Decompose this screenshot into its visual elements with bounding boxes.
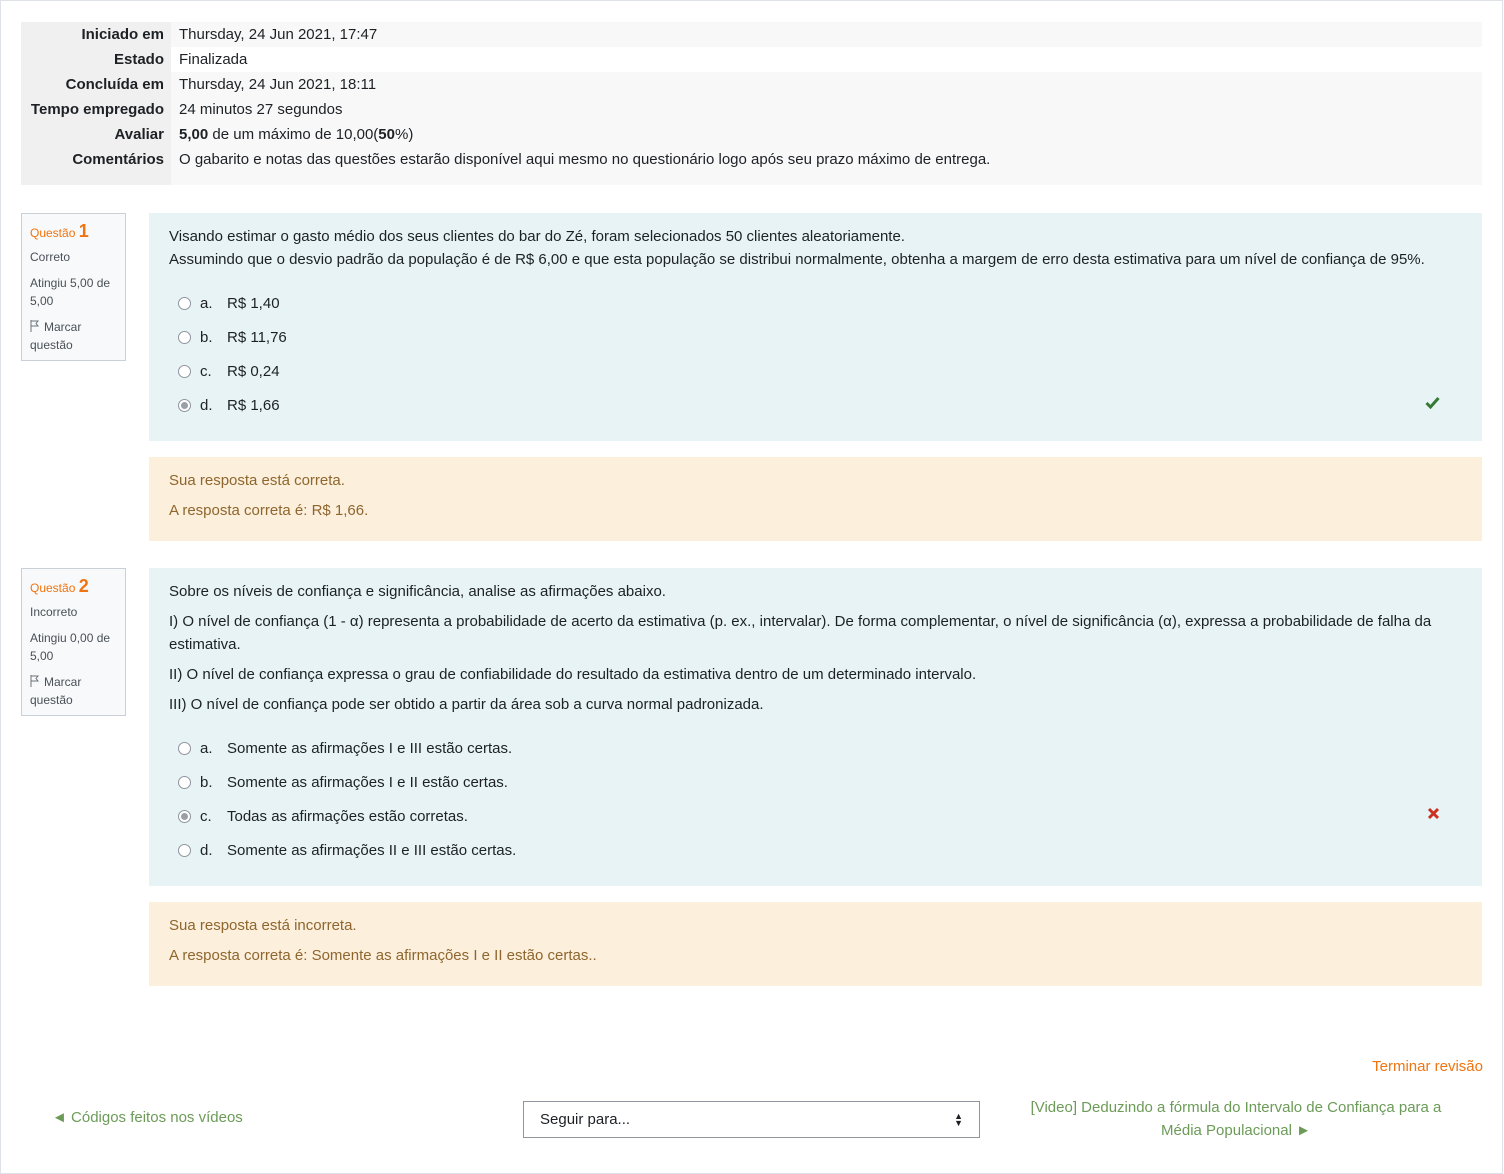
option-text: Somente as afirmações I e III estão cert…: [227, 740, 513, 757]
answer-option-a[interactable]: a. Somente as afirmações I e III estão ce…: [169, 737, 1462, 771]
summary-value: 5,00 de um máximo de 10,00(50%): [171, 122, 1482, 147]
flag-question-link[interactable]: Marcar questão: [30, 318, 117, 354]
question-text: Visando estimar o gasto médio dos seus c…: [169, 228, 905, 245]
radio-button-selected[interactable]: [178, 810, 191, 823]
feedback-result: Sua resposta está incorreta.: [169, 917, 357, 934]
jump-to-select[interactable]: Seguir para... ▲ ▼: [523, 1101, 980, 1138]
jump-to-selected-value: Seguir para...: [540, 1111, 631, 1128]
question-2-feedback: Sua resposta está incorreta. A resposta …: [149, 902, 1482, 986]
answer-option-a[interactable]: a. R$ 1,40: [169, 292, 1462, 326]
question-state: Correto: [30, 250, 71, 264]
answer-option-d[interactable]: d. R$ 1,66: [169, 394, 1462, 428]
feedback-result: Sua resposta está correta.: [169, 472, 345, 489]
summary-row-comments: Comentários O gabarito e notas das quest…: [21, 147, 1482, 185]
flag-icon: [30, 320, 40, 332]
option-text: Todas as afirmações estão corretas.: [227, 808, 468, 825]
grade-text: de um máximo de 10,00(: [208, 126, 379, 143]
option-text: R$ 0,24: [227, 363, 280, 380]
check-icon: [1425, 397, 1440, 409]
question-1-info: Questão 1 Correto Atingiu 5,00 de 5,00 M…: [21, 213, 126, 361]
answer-option-b[interactable]: b. Somente as afirmações I e II estão cer…: [169, 771, 1462, 805]
summary-label: Iniciado em: [21, 22, 171, 47]
summary-row-grade: Avaliar 5,00 de um máximo de 10,00(50%): [21, 122, 1482, 147]
grade-text-end: %): [394, 126, 414, 143]
option-text: Somente as afirmações I e II estão certa…: [227, 774, 508, 791]
question-grade: Atingiu 0,00 de 5,00: [30, 631, 111, 663]
flag-icon: [30, 675, 40, 687]
option-text: R$ 1,40: [227, 295, 280, 312]
summary-value: Finalizada: [171, 47, 1482, 72]
question-text: Sobre os níveis de confiança e significâ…: [169, 583, 666, 600]
option-letter: b.: [200, 774, 213, 791]
radio-button[interactable]: [178, 742, 191, 755]
cross-icon: [1427, 807, 1440, 820]
radio-button[interactable]: [178, 297, 191, 310]
option-text: Somente as afirmações II e III estão cer…: [227, 842, 517, 859]
select-arrows-icon: ▲ ▼: [954, 1110, 963, 1128]
attempt-summary-table: Iniciado em Thursday, 24 Jun 2021, 17:47…: [21, 22, 1482, 185]
question-text: I) O nível de confiança (1 - α) represen…: [169, 613, 1432, 653]
summary-value: Thursday, 24 Jun 2021, 17:47: [171, 22, 1482, 47]
option-letter: c.: [200, 363, 212, 380]
question-prefix: Questão: [30, 581, 76, 595]
option-letter: b.: [200, 329, 213, 346]
question-number: Questão 2: [30, 577, 117, 597]
previous-activity-link[interactable]: ◄ Códigos feitos nos vídeos: [52, 1109, 243, 1126]
summary-value: 24 minutos 27 segundos: [171, 97, 1482, 122]
question-2-info: Questão 2 Incorreto Atingiu 0,00 de 5,00…: [21, 568, 126, 716]
summary-label: Estado: [21, 47, 171, 72]
answer-option-c[interactable]: c. Todas as afirmações estão corretas.: [169, 805, 1462, 839]
question-2-content: Sobre os níveis de confiança e significâ…: [149, 568, 1482, 886]
summary-row-completed: Concluída em Thursday, 24 Jun 2021, 18:1…: [21, 72, 1482, 97]
question-text: Assumindo que o desvio padrão da populaç…: [169, 251, 1425, 268]
summary-label: Concluída em: [21, 72, 171, 97]
summary-row-time-taken: Tempo empregado 24 minutos 27 segundos: [21, 97, 1482, 122]
answer-option-d[interactable]: d. Somente as afirmações II e III estão c…: [169, 839, 1462, 873]
grade-score: 5,00: [179, 126, 209, 143]
flag-question-link[interactable]: Marcar questão: [30, 673, 117, 709]
answer-option-b[interactable]: b. R$ 11,76: [169, 326, 1462, 360]
feedback-correct-answer: A resposta correta é: Somente as afirmaç…: [169, 947, 597, 964]
question-grade: Atingiu 5,00 de 5,00: [30, 276, 111, 308]
option-letter: a.: [200, 740, 213, 757]
summary-label: Comentários: [21, 147, 171, 185]
feedback-correct-answer: A resposta correta é: R$ 1,66.: [169, 502, 369, 519]
summary-row-state: Estado Finalizada: [21, 47, 1482, 72]
summary-value: O gabarito e notas das questões estarão …: [171, 147, 1482, 185]
summary-label: Avaliar: [21, 122, 171, 147]
answer-options: a. R$ 1,40 b. R$ 11,76 c. R$ 0,24 d. R$ 1,66: [169, 292, 1462, 428]
radio-button[interactable]: [178, 776, 191, 789]
question-prefix: Questão: [30, 226, 76, 240]
option-text: R$ 1,66: [227, 397, 280, 414]
option-letter: d.: [200, 397, 213, 414]
radio-button[interactable]: [178, 331, 191, 344]
question-number: Questão 1: [30, 222, 117, 242]
radio-button-selected[interactable]: [178, 399, 191, 412]
question-number-value: 1: [78, 221, 89, 241]
answer-option-c[interactable]: c. R$ 0,24: [169, 360, 1462, 394]
question-number-value: 2: [78, 576, 89, 596]
question-text: III) O nível de confiança pode ser obtid…: [169, 696, 764, 713]
finish-review-link[interactable]: Terminar revisão: [1372, 1058, 1483, 1075]
radio-button[interactable]: [178, 365, 191, 378]
option-text: R$ 11,76: [227, 329, 287, 346]
answer-options: a. Somente as afirmações I e III estão ce…: [169, 737, 1462, 873]
question-1-feedback: Sua resposta está correta. A resposta co…: [149, 457, 1482, 541]
option-letter: a.: [200, 295, 213, 312]
option-letter: d.: [200, 842, 213, 859]
radio-button[interactable]: [178, 844, 191, 857]
question-1-content: Visando estimar o gasto médio dos seus c…: [149, 213, 1482, 441]
next-activity-link[interactable]: [Video] Deduzindo a fórmula do Intervalo…: [1020, 1096, 1452, 1142]
option-letter: c.: [200, 808, 212, 825]
summary-value: Thursday, 24 Jun 2021, 18:11: [171, 72, 1482, 97]
question-state: Incorreto: [30, 605, 78, 619]
summary-row-started: Iniciado em Thursday, 24 Jun 2021, 17:47: [21, 22, 1482, 47]
question-text: II) O nível de confiança expressa o grau…: [169, 666, 977, 683]
grade-percent: 50: [378, 126, 395, 143]
summary-label: Tempo empregado: [21, 97, 171, 122]
